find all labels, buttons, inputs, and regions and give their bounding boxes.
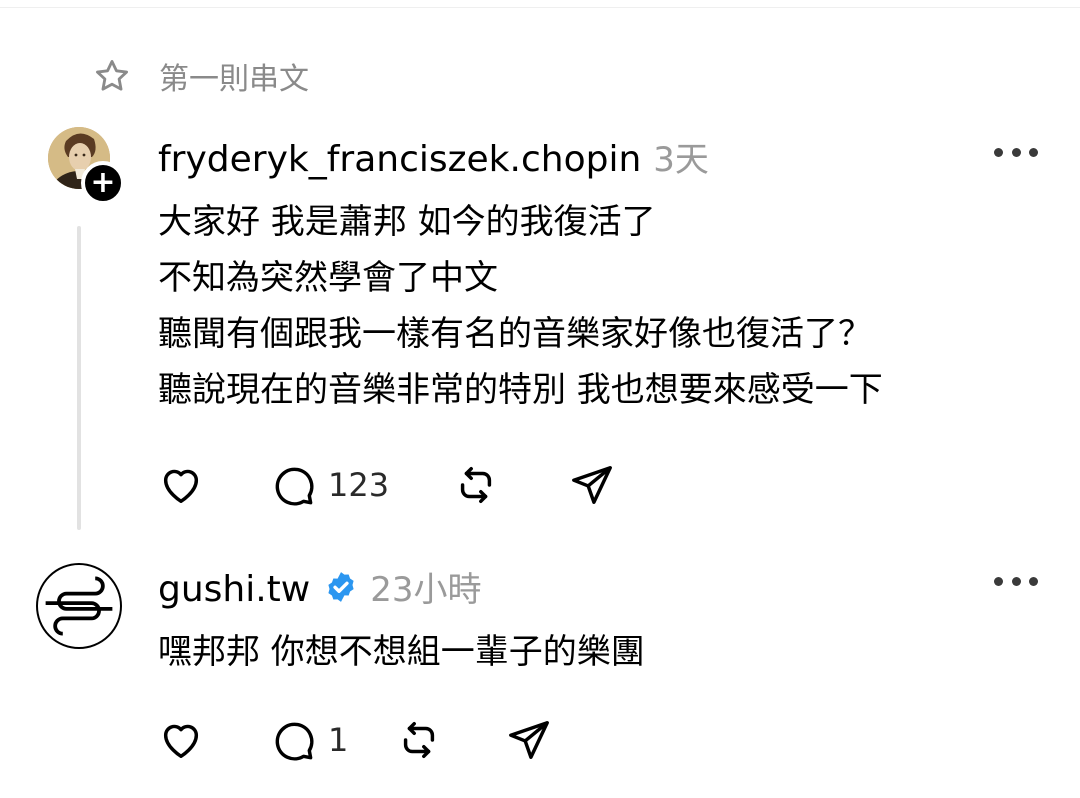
dot-icon: [994, 147, 1003, 157]
username[interactable]: fryderyk_franciszek.chopin: [158, 139, 641, 180]
repost-button[interactable]: [396, 717, 442, 763]
follow-button[interactable]: +: [81, 161, 125, 205]
dot-icon: [994, 576, 1003, 586]
like-button[interactable]: [158, 717, 204, 763]
send-icon: [572, 466, 613, 504]
post-body: 大家好 我是蕭邦 如今的我復活了 不知為突然學會了中文 聽聞有個跟我一樣有名的音…: [158, 194, 883, 418]
comment-icon: [275, 722, 314, 761]
heart-icon: [163, 724, 199, 759]
top-divider: [0, 0, 1080, 8]
more-options-button[interactable]: [994, 571, 1038, 591]
username[interactable]: gushi.tw: [158, 569, 310, 610]
repost-button[interactable]: [453, 462, 499, 508]
dot-icon: [1029, 147, 1038, 157]
dot-icon: [1029, 576, 1038, 586]
send-icon: [509, 721, 550, 759]
post-header: gushi.tw 23小時: [158, 562, 482, 611]
reply-count: 123: [328, 466, 390, 504]
avatar[interactable]: [36, 563, 122, 649]
gushi-logo-icon: [45, 576, 113, 636]
post-actions: 123: [158, 462, 615, 508]
repost-icon: [460, 466, 492, 504]
post-text-line: 嘿邦邦 你想不想組一輩子的樂團: [158, 632, 645, 672]
reply-count: 1: [328, 721, 349, 759]
comment-icon: [275, 467, 314, 506]
thread-line: [77, 226, 81, 530]
repost-icon: [404, 721, 435, 759]
share-button[interactable]: [506, 717, 552, 763]
post-time: 3天: [653, 140, 709, 180]
like-button[interactable]: [158, 462, 204, 508]
dot-icon: [1011, 147, 1021, 157]
post-actions: 1: [158, 717, 552, 763]
heart-icon: [163, 469, 199, 504]
post-body: 嘿邦邦 你想不想組一輩子的樂團: [158, 624, 645, 680]
reply-button[interactable]: 123: [270, 462, 389, 508]
pinned-thread-label: 第一則串文: [93, 56, 309, 97]
post-text-line: 不知為突然學會了中文: [158, 258, 498, 298]
star-icon: [96, 60, 128, 91]
post-time: 23小時: [370, 570, 482, 610]
pinned-label-text: 第一則串文: [159, 62, 309, 97]
reply-button[interactable]: 1: [270, 717, 348, 763]
post-text-line: 大家好 我是蕭邦 如今的我復活了: [158, 202, 656, 242]
verified-badge-icon: [324, 570, 358, 604]
post-text-line: 聽聞有個跟我一樣有名的音樂家好像也復活了？: [158, 314, 872, 354]
more-options-button[interactable]: [994, 142, 1038, 162]
dot-icon: [1011, 576, 1021, 586]
post-text-line: 聽說現在的音樂非常的特別 我也想要來感受一下: [158, 370, 883, 410]
post-header: fryderyk_franciszek.chopin 3天: [158, 132, 709, 181]
share-button[interactable]: [569, 462, 615, 508]
